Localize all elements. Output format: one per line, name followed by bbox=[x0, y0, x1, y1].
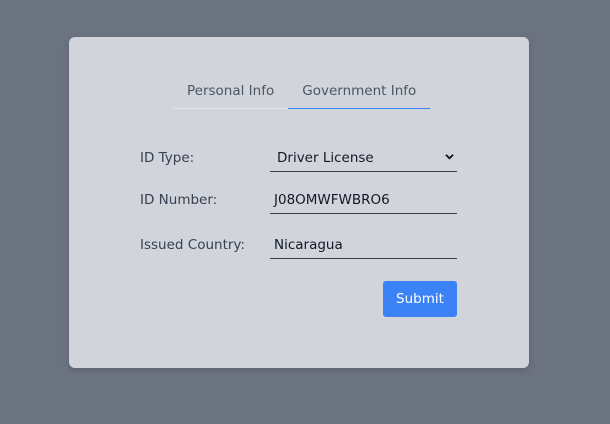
tab-personal-info[interactable]: Personal Info bbox=[173, 77, 289, 109]
tab-government-info[interactable]: Government Info bbox=[288, 77, 431, 109]
form-card: Personal Info Government Info ID Type: D… bbox=[69, 37, 529, 368]
issued-country-row: Issued Country: Nicaragua bbox=[140, 231, 457, 261]
id-type-select[interactable]: Driver License bbox=[270, 144, 457, 172]
issued-country-label: Issued Country: bbox=[140, 237, 245, 253]
submit-button[interactable]: Submit bbox=[383, 281, 457, 317]
id-type-row: ID Type: Driver License bbox=[140, 144, 457, 174]
id-type-value: Driver License bbox=[277, 150, 374, 166]
id-number-input[interactable]: J08OMWFWBRO6 bbox=[270, 186, 457, 214]
chevron-down-icon bbox=[445, 154, 454, 160]
id-number-row: ID Number: J08OMWFWBRO6 bbox=[140, 186, 457, 216]
issued-country-input[interactable]: Nicaragua bbox=[270, 231, 457, 259]
id-type-label: ID Type: bbox=[140, 150, 195, 166]
id-number-label: ID Number: bbox=[140, 192, 218, 208]
tab-bar: Personal Info Government Info bbox=[173, 77, 431, 109]
